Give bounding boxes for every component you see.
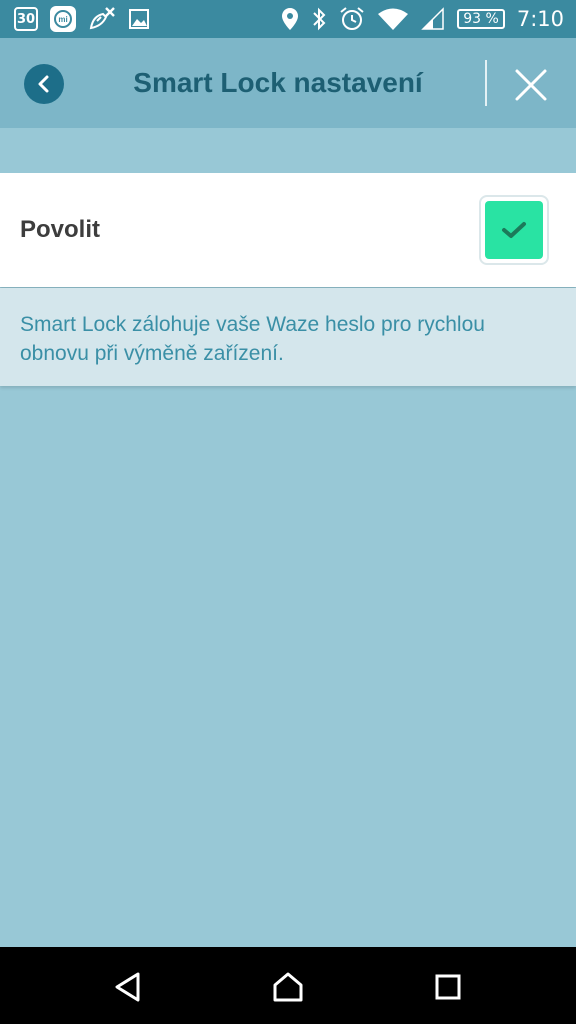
app-header: Smart Lock nastavení [0,38,576,128]
calendar-icon: 30 [14,7,38,31]
close-button[interactable] [510,64,552,106]
enable-checkbox[interactable] [479,195,549,265]
nav-recents-button[interactable] [428,967,468,1007]
bluetooth-icon [311,7,327,31]
image-icon [128,8,150,30]
checkbox-fill [485,201,543,259]
alarm-icon [339,6,365,32]
checkmark-icon [502,222,526,238]
nav-back-button[interactable] [108,967,148,1007]
back-triangle-icon [115,972,140,1002]
battery-icon: 93 % [457,9,505,29]
header-divider [485,60,487,106]
recents-icon [435,974,461,1000]
description-box: Smart Lock zálohuje vaše Waze heslo pro … [0,288,576,386]
status-bar: 30 mi 93 % 7:10 [0,0,576,38]
enable-label: Povolit [20,216,101,243]
mi-fit-icon: mi [50,6,76,32]
wifi-icon [377,7,409,31]
mi-fit-label: mi [54,10,72,28]
location-icon [281,7,299,31]
description-text: Smart Lock zálohuje vaše Waze heslo pro … [20,313,485,365]
back-button[interactable] [24,64,64,104]
navigation-bar [0,947,576,1024]
nav-home-button[interactable] [268,967,308,1007]
clock: 7:10 [516,7,564,31]
satellite-off-icon [88,6,116,32]
close-icon [515,69,547,101]
page-title: Smart Lock nastavení [133,67,423,98]
signal-icon [421,7,445,31]
chevron-left-icon [38,75,49,93]
home-icon [273,972,303,1002]
